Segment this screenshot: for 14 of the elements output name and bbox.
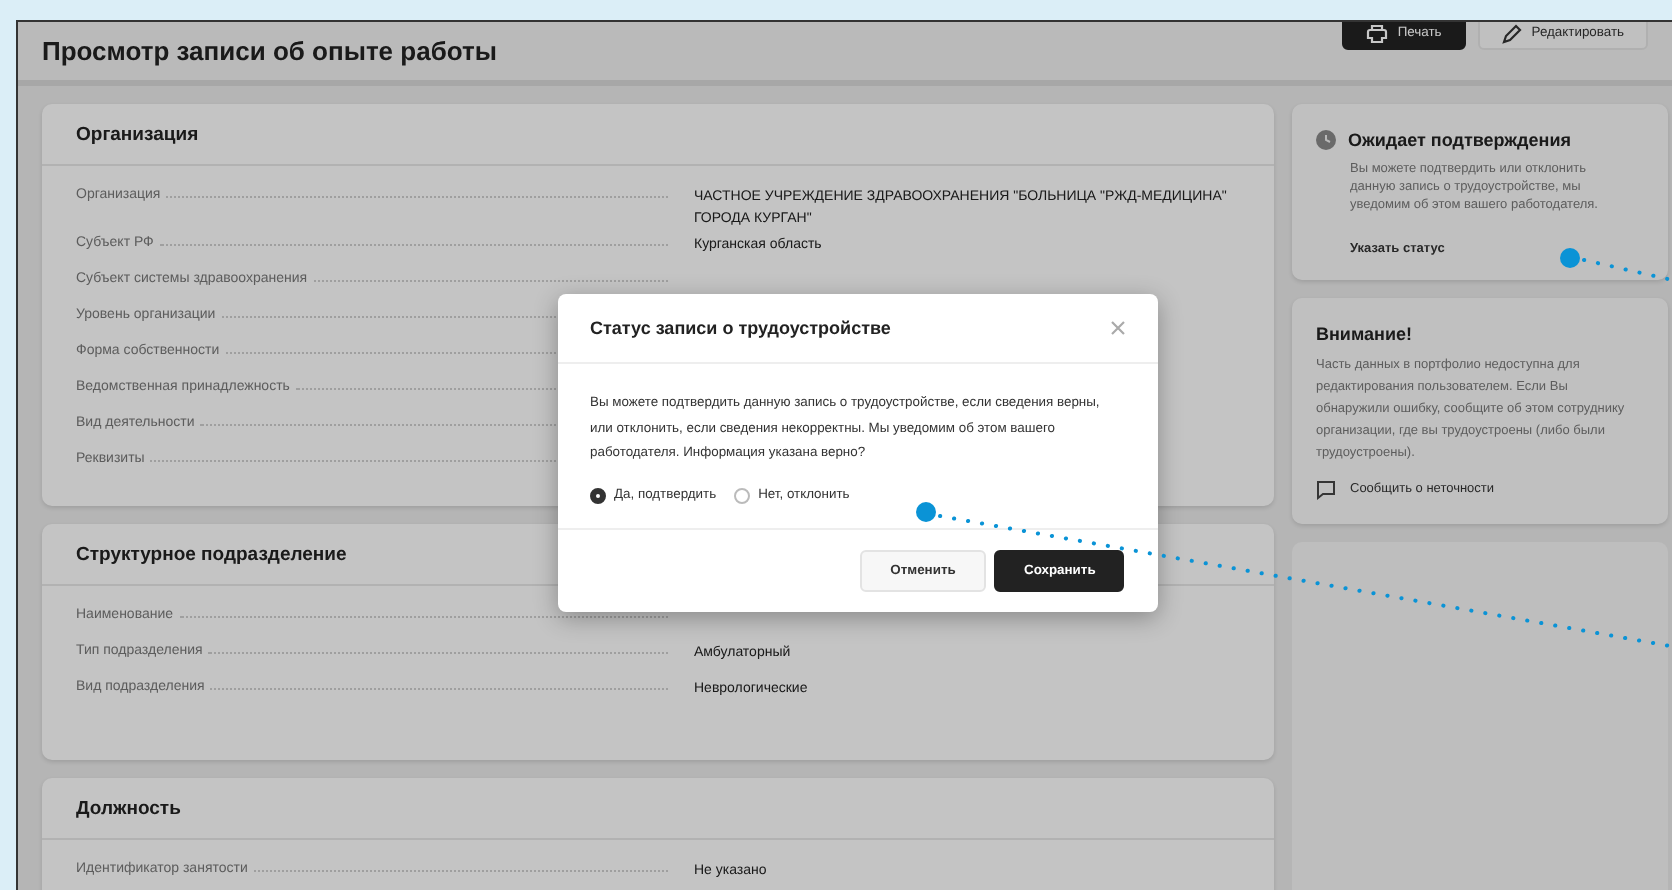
dialog-title: Статус записи о трудоустройстве xyxy=(590,318,891,338)
section-title: Должность xyxy=(76,797,181,819)
comment-icon xyxy=(1316,479,1336,500)
page-title: Просмотр записи об опыте работы xyxy=(42,36,497,66)
section-title: Организация xyxy=(76,123,199,145)
section-title: Структурное подразделение xyxy=(76,543,347,565)
radio-button[interactable] xyxy=(734,487,751,503)
card-title: Внимание! xyxy=(1316,323,1412,344)
radio-button[interactable] xyxy=(590,487,606,503)
printer-icon xyxy=(1365,23,1388,43)
card-title: Ожидает подтверждения xyxy=(1348,130,1571,150)
leader-line xyxy=(1560,248,1672,282)
close-icon[interactable] xyxy=(1110,320,1126,336)
clock-icon xyxy=(1316,130,1336,150)
